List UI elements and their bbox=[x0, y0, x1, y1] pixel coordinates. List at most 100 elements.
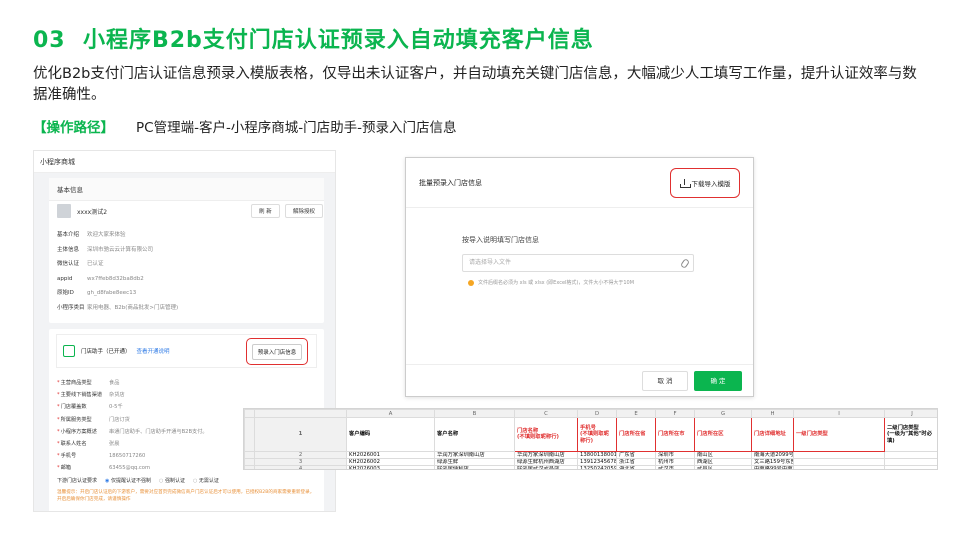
file-select-input[interactable]: 请选择导入文件 bbox=[462, 254, 694, 272]
mode-option-none[interactable]: 无需认证 bbox=[193, 477, 219, 484]
sheet-corner[interactable] bbox=[244, 409, 255, 418]
info-row: 基本介绍 欢迎大家来体验 bbox=[57, 228, 178, 243]
info-key: 小程序类目 bbox=[57, 304, 85, 311]
table-row: 3 KH2026002 绿源生鲜 绿源生鲜杭州西湖店 13912345678 浙江省 杭州市… bbox=[244, 457, 937, 466]
sheet-cell[interactable]: 南山区 bbox=[694, 450, 752, 459]
dialog-footer: 取 消 确 定 bbox=[406, 364, 753, 396]
column-letter[interactable]: I bbox=[793, 409, 885, 418]
confirm-button[interactable]: 确 定 bbox=[694, 371, 742, 391]
header-cell[interactable]: 一级门店类型 bbox=[793, 417, 885, 452]
row-number[interactable]: 1 bbox=[254, 417, 347, 452]
mode-option-remind[interactable]: 仅提醒认证不强制 bbox=[105, 477, 151, 484]
basic-info-card: 基本信息 xxxx测试2 刷 新 解除授权 基本介绍 欢迎大家来体验 主体信息 深圳市… bbox=[49, 178, 324, 323]
header-cell[interactable]: 门店所在区 bbox=[694, 417, 752, 452]
info-value: 已认证 bbox=[87, 261, 104, 267]
mode-option-force[interactable]: 强制认证 bbox=[159, 477, 185, 484]
sheet-cell[interactable]: 华润万家深圳南山店 bbox=[514, 450, 578, 459]
sheet-cell[interactable]: 中南路99号中南商业大楼东一层 bbox=[751, 464, 794, 469]
sheet-cell[interactable]: 华润万家深圳南山店 bbox=[434, 450, 515, 459]
info-list: 基本介绍 欢迎大家来体验 主体信息 深圳市驰云云计算有限公司 微信认证 已认证 appid w… bbox=[57, 228, 178, 315]
column-letter[interactable]: B bbox=[434, 409, 515, 418]
sheet-cell[interactable]: 武汉市 bbox=[655, 464, 695, 469]
download-template-label: 下载导入模版 bbox=[691, 180, 731, 188]
sheet-cell[interactable]: KH2026002 bbox=[346, 457, 435, 466]
file-note-text: 文件后缀名必须为 xls 或 xlsx (即Excel格式)，文件大小不得大于1… bbox=[478, 280, 635, 286]
sheet-cell[interactable]: 好邻居武汉武昌店 bbox=[514, 464, 578, 469]
sheet-cell[interactable] bbox=[884, 457, 937, 466]
info-key: 基本介绍 bbox=[57, 232, 80, 238]
basic-info-header: 基本信息 bbox=[49, 178, 324, 201]
header-cell[interactable]: 门店详细地址 bbox=[751, 417, 794, 452]
template-spreadsheet: ABCDEFGHIJK1客户编码客户名称门店名称(不填则取昵称行)手机号(不填则… bbox=[243, 408, 938, 470]
field-key: 主营商品类型 bbox=[57, 377, 109, 389]
table-row: 4 KH2026003 好邻居便利店 好邻居武汉武昌店 13250242059 湖北省 武汉… bbox=[244, 464, 937, 469]
file-input-placeholder: 请选择导入文件 bbox=[469, 259, 512, 266]
refresh-button[interactable]: 刷 新 bbox=[251, 204, 280, 218]
sheet-cell[interactable]: 湖北省 bbox=[616, 464, 656, 469]
row-number bbox=[244, 417, 255, 452]
sheet-cell[interactable]: 13912345678 bbox=[577, 457, 617, 466]
cancel-button[interactable]: 取 消 bbox=[642, 371, 688, 391]
column-letter[interactable]: D bbox=[577, 409, 617, 418]
sheet-cell[interactable]: 杭州市 bbox=[655, 457, 695, 466]
path-text: PC管理端-客户-小程序商城-门店助手-预录入门店信息 bbox=[136, 120, 457, 136]
sheet-cell[interactable]: 广东省 bbox=[616, 450, 656, 459]
sheet-cell[interactable] bbox=[793, 457, 885, 466]
column-letter[interactable]: G bbox=[694, 409, 752, 418]
header-cell[interactable]: 二级门店类型 (一级为"其他"时必填) bbox=[884, 417, 937, 452]
sheet-cell[interactable] bbox=[884, 464, 937, 469]
helper-doc-link[interactable]: 查看开通说明 bbox=[137, 347, 170, 355]
download-template-button[interactable]: 下载导入模版 bbox=[670, 168, 740, 198]
sheet-cell[interactable]: 西湖区 bbox=[694, 457, 752, 466]
field-row: 主要线下销售渠道杂货店 bbox=[57, 389, 208, 401]
column-letter[interactable]: E bbox=[616, 409, 656, 418]
column-letter[interactable]: J bbox=[884, 409, 937, 418]
store-fields: 主营商品类型食品主要线下销售渠道杂货店门店覆盖数0-5千所属服务类型门店订货小程… bbox=[57, 377, 208, 475]
sheet-cell[interactable] bbox=[884, 450, 937, 459]
field-row: 门店覆盖数0-5千 bbox=[57, 401, 208, 413]
row-number[interactable]: 3 bbox=[254, 457, 347, 466]
header-cell[interactable]: 客户名称 bbox=[434, 417, 515, 452]
field-key: 手机号 bbox=[57, 450, 109, 462]
row-number bbox=[244, 450, 255, 459]
sheet-cell[interactable]: 13800138001 bbox=[577, 450, 617, 459]
preentry-store-button[interactable]: 预录入门店信息 bbox=[251, 343, 303, 360]
auth-mode-label: 下游门店认证要求 bbox=[57, 478, 98, 484]
sheet-cell[interactable]: 绿源生鲜 bbox=[434, 457, 515, 466]
column-letter[interactable]: H bbox=[751, 409, 794, 418]
sheet-cell[interactable] bbox=[793, 464, 885, 469]
sheet-cell[interactable]: 绿源生鲜杭州西湖店 bbox=[514, 457, 578, 466]
unbind-button[interactable]: 解除授权 bbox=[285, 204, 324, 218]
header-cell[interactable]: 门店所在市 bbox=[655, 417, 695, 452]
column-letter[interactable]: F bbox=[655, 409, 695, 418]
field-key: 联系人姓名 bbox=[57, 438, 109, 450]
column-letter[interactable]: C bbox=[514, 409, 578, 418]
sheet-cell[interactable] bbox=[793, 450, 885, 459]
sheet-cell[interactable]: 南海大道2099号海岸城购物中心B1层 bbox=[751, 450, 794, 459]
header-cell[interactable]: 手机号 (不填则取昵称行) bbox=[577, 417, 617, 452]
field-key: 主要线下销售渠道 bbox=[57, 389, 109, 401]
sheet-cell[interactable]: 13250242059 bbox=[577, 464, 617, 469]
sheet-cell[interactable]: 深圳市 bbox=[655, 450, 695, 459]
sheet-cell[interactable]: 文三路159号东部软件园生活广场1楼 bbox=[751, 457, 794, 466]
info-row: appid wx7ffeb8d32ba8db2 bbox=[57, 272, 178, 287]
sheet-cell[interactable]: KH2026003 bbox=[346, 464, 435, 469]
header-cell[interactable]: 门店名称 (不填则取昵称行) bbox=[514, 417, 578, 452]
field-row: 联系人姓名张晨 bbox=[57, 438, 208, 450]
info-value: gh_d8fabe8eec13 bbox=[87, 290, 137, 296]
path-label: 【操作路径】 bbox=[33, 120, 114, 136]
slide-description: 优化B2b支付门店认证信息预录入模版表格，仅导出未认证客户，并自动填充关键门店信… bbox=[33, 66, 917, 103]
info-value: 欢迎大家来体验 bbox=[87, 232, 126, 238]
header-cell[interactable]: 客户编码 bbox=[346, 417, 435, 452]
header-cell[interactable]: 门店所在省 bbox=[616, 417, 656, 452]
batch-preentry-dialog: 批量预录入门店信息 下载导入模版 按导入说明填写门店信息 请选择导入文件 文件后… bbox=[405, 157, 754, 397]
sheet-cell[interactable]: 武昌区 bbox=[694, 464, 752, 469]
row-number[interactable]: 2 bbox=[254, 450, 347, 459]
download-icon bbox=[679, 178, 691, 188]
sheet-cell[interactable]: 浙江省 bbox=[616, 457, 656, 466]
row-number[interactable]: 4 bbox=[254, 464, 347, 469]
dialog-title: 批量预录入门店信息 bbox=[419, 179, 482, 187]
sheet-cell[interactable]: 好邻居便利店 bbox=[434, 464, 515, 469]
sheet-cell[interactable]: KH2026001 bbox=[346, 450, 435, 459]
column-letter[interactable]: A bbox=[346, 409, 435, 418]
